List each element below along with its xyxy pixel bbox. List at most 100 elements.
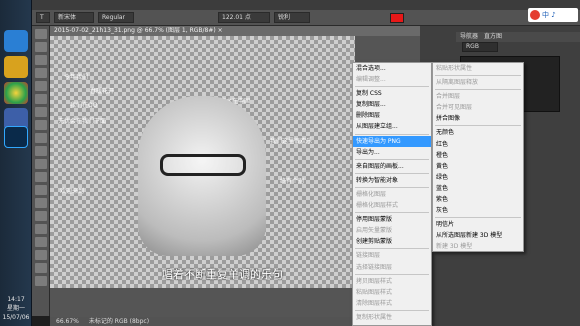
pen-tool-icon[interactable] xyxy=(34,211,47,221)
type-options-bar: T 新宋体 Regular 122.01 点 锐利 xyxy=(32,10,580,26)
layer-context-menu-continued: 粘贴形状属性 从隔离图层释放 合并图层 合并可见图层 拼合图像 无颜色 红色 橙色 黄色 绿色 蓝色… xyxy=(432,62,524,252)
menu-item[interactable]: 来自图层的画板... xyxy=(353,161,431,172)
menu-item: 新建 3D 模型 xyxy=(436,243,473,251)
menu-separator xyxy=(355,172,429,174)
clock-day: 星期一 xyxy=(6,305,25,312)
ghost-text: 我们在QQ xyxy=(70,102,98,109)
font-size-field[interactable]: 122.01 点 xyxy=(218,12,270,23)
histogram-panel-tabs: 导航器 直方图 xyxy=(456,32,580,42)
menu-item[interactable]: 从图层建立组... xyxy=(353,121,431,132)
menu-separator xyxy=(355,86,429,88)
menu-separator xyxy=(355,273,429,275)
ghost-text: 终有个别 xyxy=(280,178,305,185)
type-tool-icon[interactable]: T xyxy=(36,12,50,23)
menu-separator xyxy=(355,158,429,160)
menu-item[interactable]: 拼合图像 xyxy=(433,113,523,124)
lasso-tool-icon[interactable] xyxy=(34,55,47,65)
menu-separator xyxy=(355,212,429,214)
menu-item[interactable]: 蓝色 xyxy=(433,183,523,194)
stamp-tool-icon[interactable] xyxy=(34,133,47,143)
layer-context-menu: 混合选项... 编辑调整... 复制 CSS 复制图层... 删除图层 从图层建立组...… xyxy=(352,62,432,326)
menu-separator xyxy=(355,309,429,311)
taskbar-clock[interactable]: 14:17 星期一 15/07/06 xyxy=(0,295,32,322)
font-style-select[interactable]: Regular xyxy=(98,12,134,23)
menu-item: 栅格化图层 xyxy=(356,190,387,198)
menu-separator xyxy=(355,133,429,135)
clock-date: 15/07/06 xyxy=(2,314,30,321)
eraser-tool-icon[interactable] xyxy=(34,159,47,169)
menu-item: 复制形状属性 xyxy=(356,313,393,321)
shape-tool-icon[interactable] xyxy=(34,250,47,260)
menu-item: 从隔离图层释放 xyxy=(436,79,479,87)
histogram-channel-select[interactable]: RGB xyxy=(462,42,498,52)
menu-item[interactable]: 删除图层 xyxy=(353,110,431,121)
menu-item[interactable]: 复制图层... xyxy=(353,99,431,110)
blur-tool-icon[interactable] xyxy=(34,185,47,195)
tools-panel xyxy=(32,26,50,316)
document-tab[interactable]: 2015-07-02_21h13_31.png @ 66.7% (图层 1, R… xyxy=(50,26,420,36)
ghost-text: 今年我们 xyxy=(64,74,89,81)
taskbar-app-2-icon[interactable] xyxy=(4,56,28,78)
menu-item[interactable]: 混合选项... xyxy=(353,63,431,74)
move-tool-icon[interactable] xyxy=(34,29,47,39)
windows-taskbar: 14:17 星期一 15/07/06 xyxy=(0,0,32,326)
crop-tool-icon[interactable] xyxy=(34,81,47,91)
menu-item: 粘贴图层样式 xyxy=(356,288,393,296)
menu-item[interactable]: 灰色 xyxy=(433,205,523,216)
menu-item[interactable]: 转换为智能对象 xyxy=(353,175,431,186)
taskbar-app-3-icon[interactable] xyxy=(4,82,28,104)
menu-item[interactable]: 橙色 xyxy=(433,150,523,161)
menu-item: 编辑调整... xyxy=(356,76,386,84)
taskbar-photoshop-icon[interactable] xyxy=(4,126,28,148)
zoom-tool-icon[interactable] xyxy=(34,276,47,286)
menu-separator xyxy=(435,75,521,77)
menu-item[interactable]: 绿色 xyxy=(433,172,523,183)
ghost-text: 春暖花开 xyxy=(90,88,115,95)
menu-item[interactable]: 创建剪贴蒙版 xyxy=(353,236,431,247)
dodge-tool-icon[interactable] xyxy=(34,198,47,208)
portrait-face xyxy=(138,96,266,256)
path-select-tool-icon[interactable] xyxy=(34,237,47,247)
menu-item: 合并可见图层 xyxy=(436,104,473,112)
eyedropper-tool-icon[interactable] xyxy=(34,94,47,104)
marquee-tool-icon[interactable] xyxy=(34,42,47,52)
menu-item: 粘贴形状属性 xyxy=(436,65,473,72)
hand-tool-icon[interactable] xyxy=(34,263,47,273)
menu-item: 拷贝图层样式 xyxy=(356,277,393,285)
taskbar-app-1-icon[interactable] xyxy=(4,30,28,52)
text-color-swatch[interactable] xyxy=(390,12,404,23)
zoom-level[interactable]: 66.67% xyxy=(56,317,79,326)
menu-item[interactable]: 红色 xyxy=(433,139,523,150)
menu-item[interactable]: 黄色 xyxy=(433,161,523,172)
menu-item[interactable]: 导出为... xyxy=(353,147,431,158)
tab-navigator[interactable]: 导航器 xyxy=(460,32,478,42)
quick-select-tool-icon[interactable] xyxy=(34,68,47,78)
menu-item[interactable]: 紫色 xyxy=(433,194,523,205)
healing-tool-icon[interactable] xyxy=(34,107,47,117)
type-tool-icon[interactable] xyxy=(34,224,47,234)
brush-tool-icon[interactable] xyxy=(34,120,47,130)
menu-item[interactable]: 快速导出为 PNG xyxy=(353,135,431,147)
menu-separator xyxy=(355,186,429,188)
menu-item[interactable]: 无颜色 xyxy=(433,127,523,138)
antialias-select[interactable]: 锐利 xyxy=(274,12,310,23)
menu-item[interactable]: 复制 CSS xyxy=(353,88,431,99)
ghost-text: 欢迎来到 xyxy=(60,188,85,195)
font-family-select[interactable]: 新宋体 xyxy=(54,12,94,23)
ime-logo[interactable]: 中 ♪ xyxy=(528,8,578,22)
menu-separator xyxy=(435,217,521,219)
menu-item: 栅格化图层样式 xyxy=(356,202,399,210)
portrait-glasses xyxy=(160,154,246,176)
image-caption: 唱着不断重复单调的乐句 xyxy=(162,268,283,281)
history-brush-tool-icon[interactable] xyxy=(34,146,47,156)
tab-histogram[interactable]: 直方图 xyxy=(484,32,502,42)
document-info[interactable]: 未标记的 RGB (8bpc) xyxy=(89,317,149,326)
menu-item[interactable]: 明信片 xyxy=(433,219,523,230)
menu-item: 启用矢量蒙版 xyxy=(356,227,393,235)
gradient-tool-icon[interactable] xyxy=(34,172,47,182)
menu-item[interactable]: 停用图层蒙版 xyxy=(353,214,431,225)
document-image[interactable]: 今年我们 春暖花开 流水在中国 我们在QQ 无忧会在我们下面 我们这里很欢乐 终… xyxy=(50,36,355,288)
menu-item: 链接图层 xyxy=(356,252,381,260)
app-menubar xyxy=(32,0,580,10)
menu-item[interactable]: 从所选图层新建 3D 模型 xyxy=(433,230,523,241)
